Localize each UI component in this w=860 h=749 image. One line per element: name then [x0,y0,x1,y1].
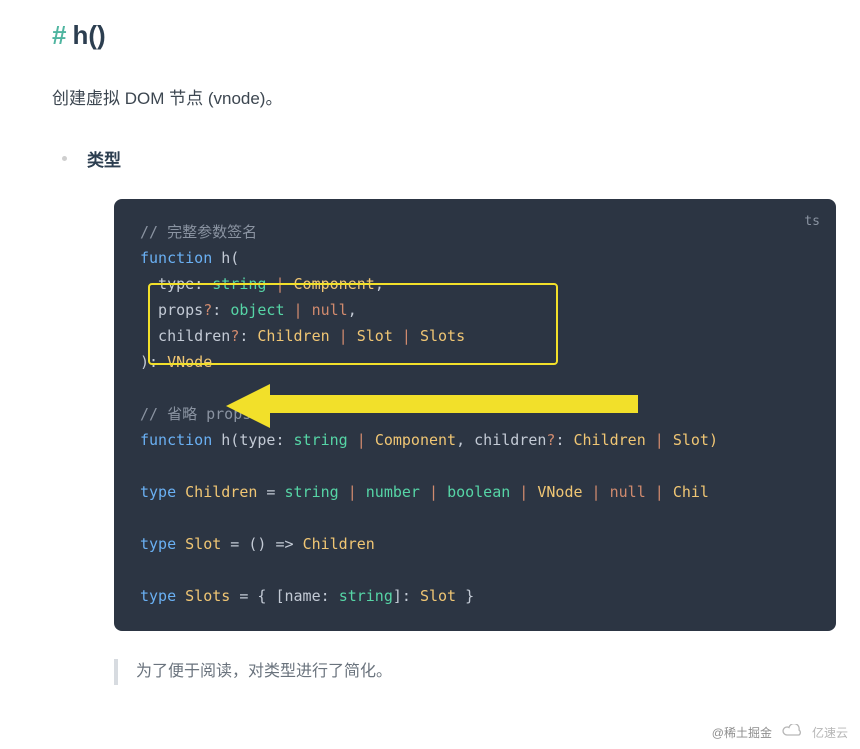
heading-anchor-hash: # [52,20,66,50]
code-comment: // 省略 props [140,405,251,423]
bullet-icon [62,156,67,161]
heading-text: h() [72,20,105,50]
section-item: 类型 [52,146,808,171]
footer-watermark: @稀土掘金 亿速云 [712,724,848,741]
note-blockquote: 为了便于阅读，对类型进行了简化。 [114,659,808,685]
credit-yisu: 亿速云 [812,724,848,741]
code-comment: // 完整参数签名 [140,223,257,241]
code-language-tag: ts [804,209,820,235]
cloud-icon [782,724,802,741]
intro-paragraph: 创建虚拟 DOM 节点 (vnode)。 [52,85,808,112]
credit-juejin: @稀土掘金 [712,724,772,741]
section-label: 类型 [87,146,121,171]
page-title: #h() [52,20,808,51]
code-block: ts // 完整参数签名 function h( type: string | … [114,199,836,631]
